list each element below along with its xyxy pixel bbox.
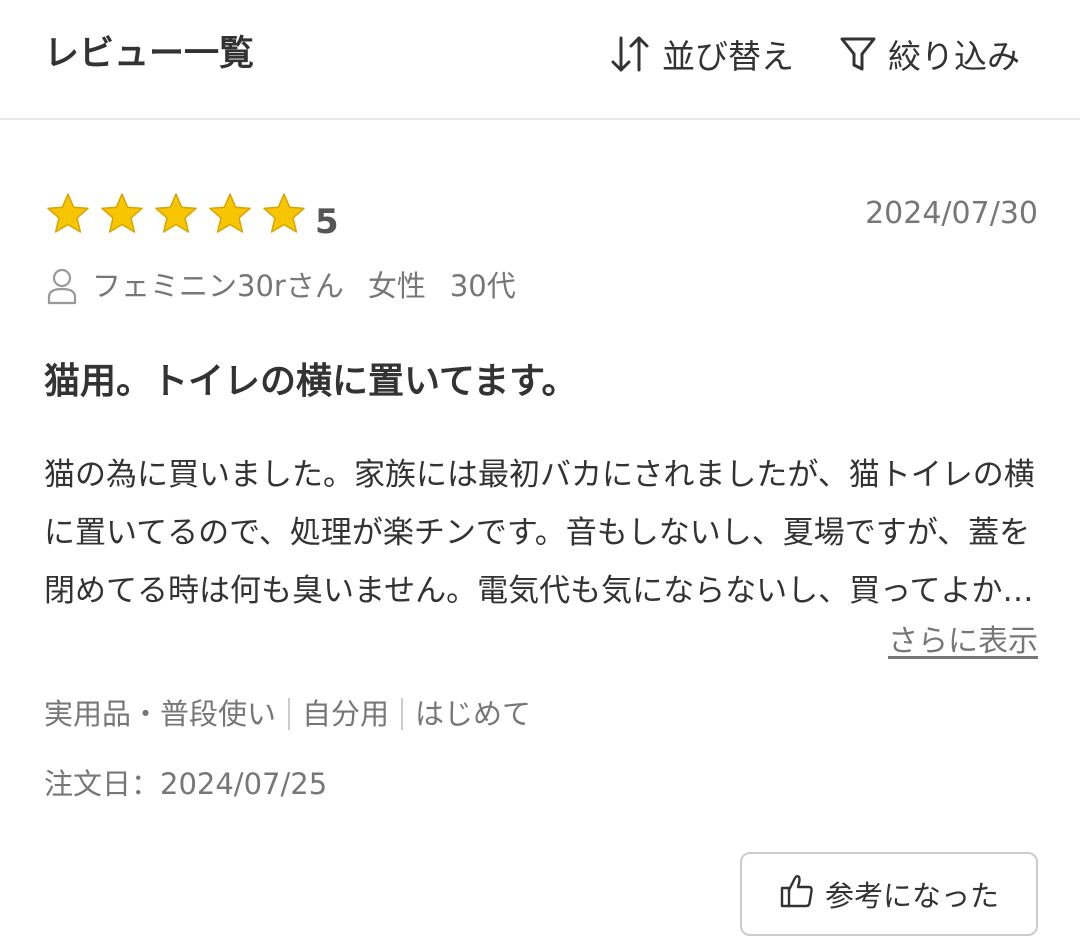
tag-recipient: 自分用 bbox=[302, 697, 390, 731]
star-icon bbox=[209, 193, 251, 233]
reviewer-age: 30代 bbox=[449, 269, 516, 303]
star-icon bbox=[155, 193, 197, 233]
tag-purchase-count: はじめて bbox=[415, 697, 532, 731]
reviewer-gender: 女性 bbox=[367, 269, 426, 303]
rating-value: 5 bbox=[315, 202, 339, 242]
reviewer-name: フェミニン30rさん bbox=[92, 269, 344, 303]
star-icon bbox=[101, 193, 143, 233]
tag-divider bbox=[288, 698, 291, 730]
review-title: 猫用。トイレの横に置いてます。 bbox=[44, 361, 578, 402]
sort-icon bbox=[608, 32, 652, 76]
helpful-label: 参考になった bbox=[824, 879, 999, 913]
sort-button[interactable]: 並び替え bbox=[608, 28, 794, 80]
reviewer-info: フェミニン30rさん 女性 30代 bbox=[46, 266, 516, 306]
star-icon bbox=[263, 193, 305, 233]
tag-usage: 実用品・普段使い bbox=[44, 697, 277, 731]
page-title: レビュー一覧 bbox=[44, 34, 255, 74]
show-more-link[interactable]: さらに表示 bbox=[888, 620, 1038, 664]
filter-button[interactable]: 絞り込み bbox=[838, 28, 1020, 80]
user-icon bbox=[46, 267, 78, 305]
helpful-button[interactable]: 参考になった bbox=[740, 852, 1038, 936]
star-rating bbox=[46, 192, 306, 234]
filter-icon bbox=[838, 32, 878, 76]
order-date: 注文日：2024/07/25 bbox=[44, 767, 328, 801]
sort-label: 並び替え bbox=[662, 37, 794, 76]
star-icon bbox=[47, 193, 89, 233]
review-tags: 実用品・普段使い 自分用 はじめて bbox=[44, 690, 531, 738]
header-bar: レビュー一覧 並び替え 絞り込み bbox=[0, 0, 1080, 120]
review-body: 猫の為に買いました。家族には最初バカにされましたが、猫トイレの横に置いてるので、… bbox=[44, 457, 1035, 609]
thumbs-up-icon bbox=[779, 872, 815, 917]
tag-divider bbox=[401, 698, 404, 730]
filter-label: 絞り込み bbox=[888, 37, 1020, 76]
review-date: 2024/07/30 bbox=[865, 196, 1038, 231]
